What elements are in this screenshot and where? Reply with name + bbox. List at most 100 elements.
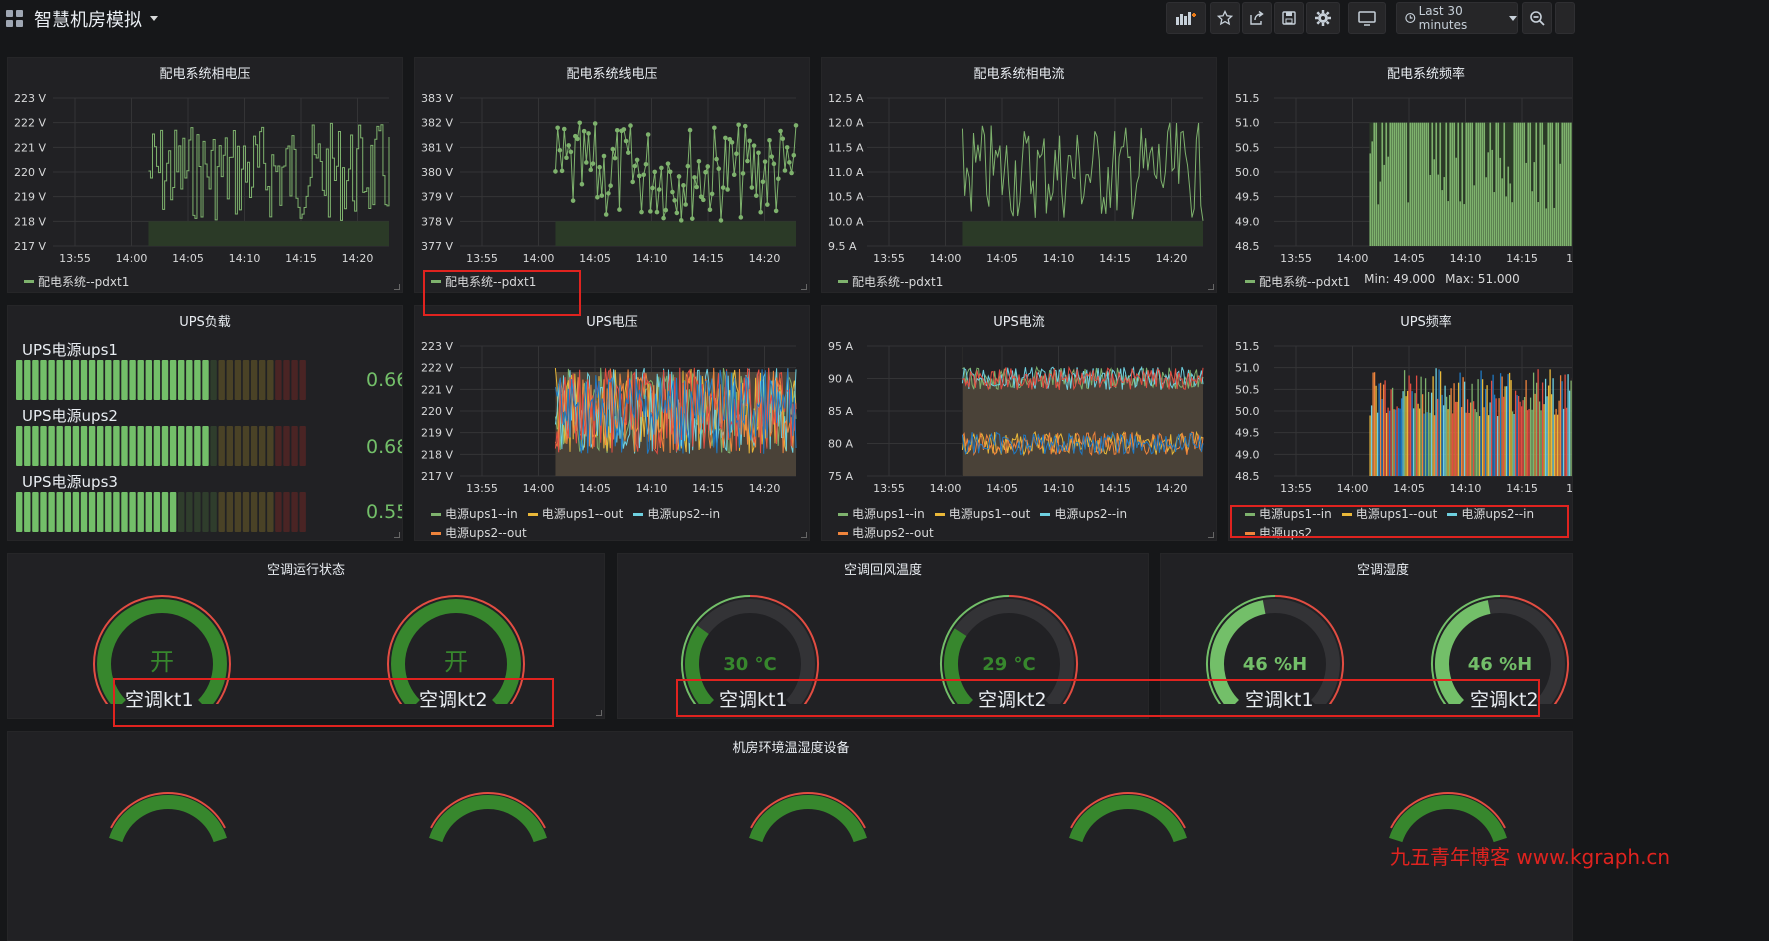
bar [1387, 407, 1389, 476]
legend-item[interactable]: 电源ups2--out [838, 525, 934, 540]
legend-item[interactable]: 电源ups1--out [527, 506, 623, 523]
bar [1507, 166, 1510, 246]
bar [1527, 122, 1530, 246]
dashboard-title[interactable]: 智慧机房模拟 [34, 6, 142, 32]
data-point [778, 128, 783, 134]
add-panel-button[interactable] [1166, 2, 1206, 34]
legend-item[interactable]: 电源ups2--in [1040, 506, 1127, 523]
resize-handle[interactable] [1208, 532, 1214, 538]
legend-item[interactable]: 电源ups2--out [431, 525, 527, 540]
x-tick-label: 14:15 [285, 252, 317, 265]
data-point [617, 207, 622, 212]
settings-button[interactable] [1306, 2, 1340, 34]
zoom-out-button[interactable] [1522, 2, 1552, 34]
y-tick-label: 217 V [14, 240, 46, 253]
panel-ups-voltage: UPS电压 223 V 222 V 221 V 220 V 219 V 218 V 217 … [414, 305, 810, 541]
frequency-graph[interactable]: 51.5 51.0 50.5 50.0 49.5 49.0 48.5 13:55 14:00 14… [1229, 58, 1573, 293]
refresh-button[interactable] [1555, 2, 1575, 34]
bar [1559, 163, 1562, 246]
panel-ups-load: UPS负载 UPS电源ups1 0.66 UPS电源ups2 0.68 UPS电… [7, 305, 403, 541]
tv-mode-button[interactable] [1348, 2, 1386, 34]
time-picker[interactable]: Last 30 minutes [1396, 2, 1518, 34]
bar [1549, 122, 1552, 246]
legend-item[interactable]: 电源ups1--in [838, 506, 925, 523]
y-tick-label: 90 A [828, 373, 853, 386]
resize-handle[interactable] [801, 532, 807, 538]
gauge-cell [88, 492, 96, 532]
line-voltage-graph[interactable]: 383 V 382 V 381 V 380 V 379 V 378 V 377 V 13:55… [415, 58, 810, 293]
share-button[interactable] [1242, 2, 1272, 34]
resize-handle[interactable] [1208, 284, 1214, 290]
x-tick-label: 13:55 [59, 252, 91, 265]
bar [1471, 122, 1474, 246]
y-tick-label: 380 V [421, 166, 453, 179]
annotation-box [676, 679, 1540, 717]
bar [1421, 122, 1424, 246]
gauge-arc [1389, 795, 1507, 843]
bar [1571, 377, 1572, 476]
legend-item[interactable]: 电源ups1--out [934, 506, 1030, 523]
panel-title[interactable]: 空调湿度 [1161, 559, 1572, 578]
data-point [645, 132, 651, 137]
panel-title[interactable]: 机房环境温湿度设备 [8, 737, 1572, 756]
bar [1532, 372, 1535, 476]
bar [1460, 407, 1463, 476]
legend-item[interactable]: 配电系统--pdxt1 [1245, 273, 1350, 290]
y-tick-label: 222 V [421, 362, 453, 375]
x-tick-label: 14:20 [342, 252, 374, 265]
data-point [736, 122, 741, 128]
legend-item[interactable]: 电源ups1--in [431, 506, 518, 523]
series-fill [148, 221, 389, 246]
bar [1480, 370, 1482, 476]
legend-item[interactable]: 配电系统--pdxt1 [24, 273, 129, 290]
save-button[interactable] [1274, 2, 1304, 34]
bar [1562, 408, 1565, 476]
bar [1417, 403, 1419, 476]
env-device-gauges [109, 792, 1507, 843]
x-tick-label: 14:10 [636, 482, 668, 495]
legend-item[interactable]: 配电系统--pdxt1 [838, 273, 943, 290]
star-button[interactable] [1210, 2, 1240, 34]
gauge-cell [275, 492, 282, 532]
bar [1525, 162, 1528, 246]
bar [1521, 122, 1524, 246]
bar [1495, 122, 1498, 246]
dashboards-grid-icon[interactable] [6, 10, 24, 28]
gauge-cell [121, 492, 128, 532]
gear-icon [1315, 10, 1331, 26]
gauge-cell [56, 426, 63, 466]
y-tick-label: 382 V [421, 117, 453, 130]
gauge-value: 开 [444, 648, 468, 676]
chevron-down-icon[interactable] [150, 16, 158, 21]
legend-item[interactable]: 电源ups2--in [633, 506, 720, 523]
phase-current-graph[interactable]: 12.5 A 12.0 A 11.5 A 11.0 A 10.5 A 10.0 A 9.5 … [822, 58, 1217, 293]
resize-handle[interactable] [801, 284, 807, 290]
bar [1433, 415, 1436, 476]
gauge-cell [56, 492, 63, 532]
resize-handle[interactable] [394, 284, 400, 290]
bar [1414, 393, 1416, 476]
gauge-cell [129, 360, 136, 400]
y-tick-label: 218 V [14, 215, 46, 228]
bar [1528, 408, 1530, 476]
bar [1399, 122, 1402, 246]
phase-voltage-graph[interactable]: 223 V 222 V 221 V 220 V 219 V 218 V 217 V 13:55… [8, 58, 403, 293]
panel-title[interactable]: 空调运行状态 [8, 559, 604, 578]
bar [1427, 391, 1430, 476]
gauge-cell [250, 426, 258, 466]
panel-title[interactable]: UPS负载 [8, 311, 402, 330]
panel-title[interactable]: 空调回风温度 [618, 559, 1148, 578]
data-point [765, 202, 770, 207]
y-tick-label: 49.5 [1235, 427, 1260, 440]
bar [1535, 122, 1538, 246]
data-point [654, 209, 660, 215]
resize-handle[interactable] [596, 710, 602, 716]
data-point [581, 128, 587, 134]
gauge-cell [113, 492, 120, 532]
y-tick-label: 50.5 [1235, 383, 1260, 396]
bar [1563, 122, 1566, 246]
resize-handle[interactable] [394, 532, 400, 538]
data-point [597, 164, 602, 170]
x-tick-label: 14:10 [1450, 482, 1482, 495]
bar [1499, 373, 1502, 476]
